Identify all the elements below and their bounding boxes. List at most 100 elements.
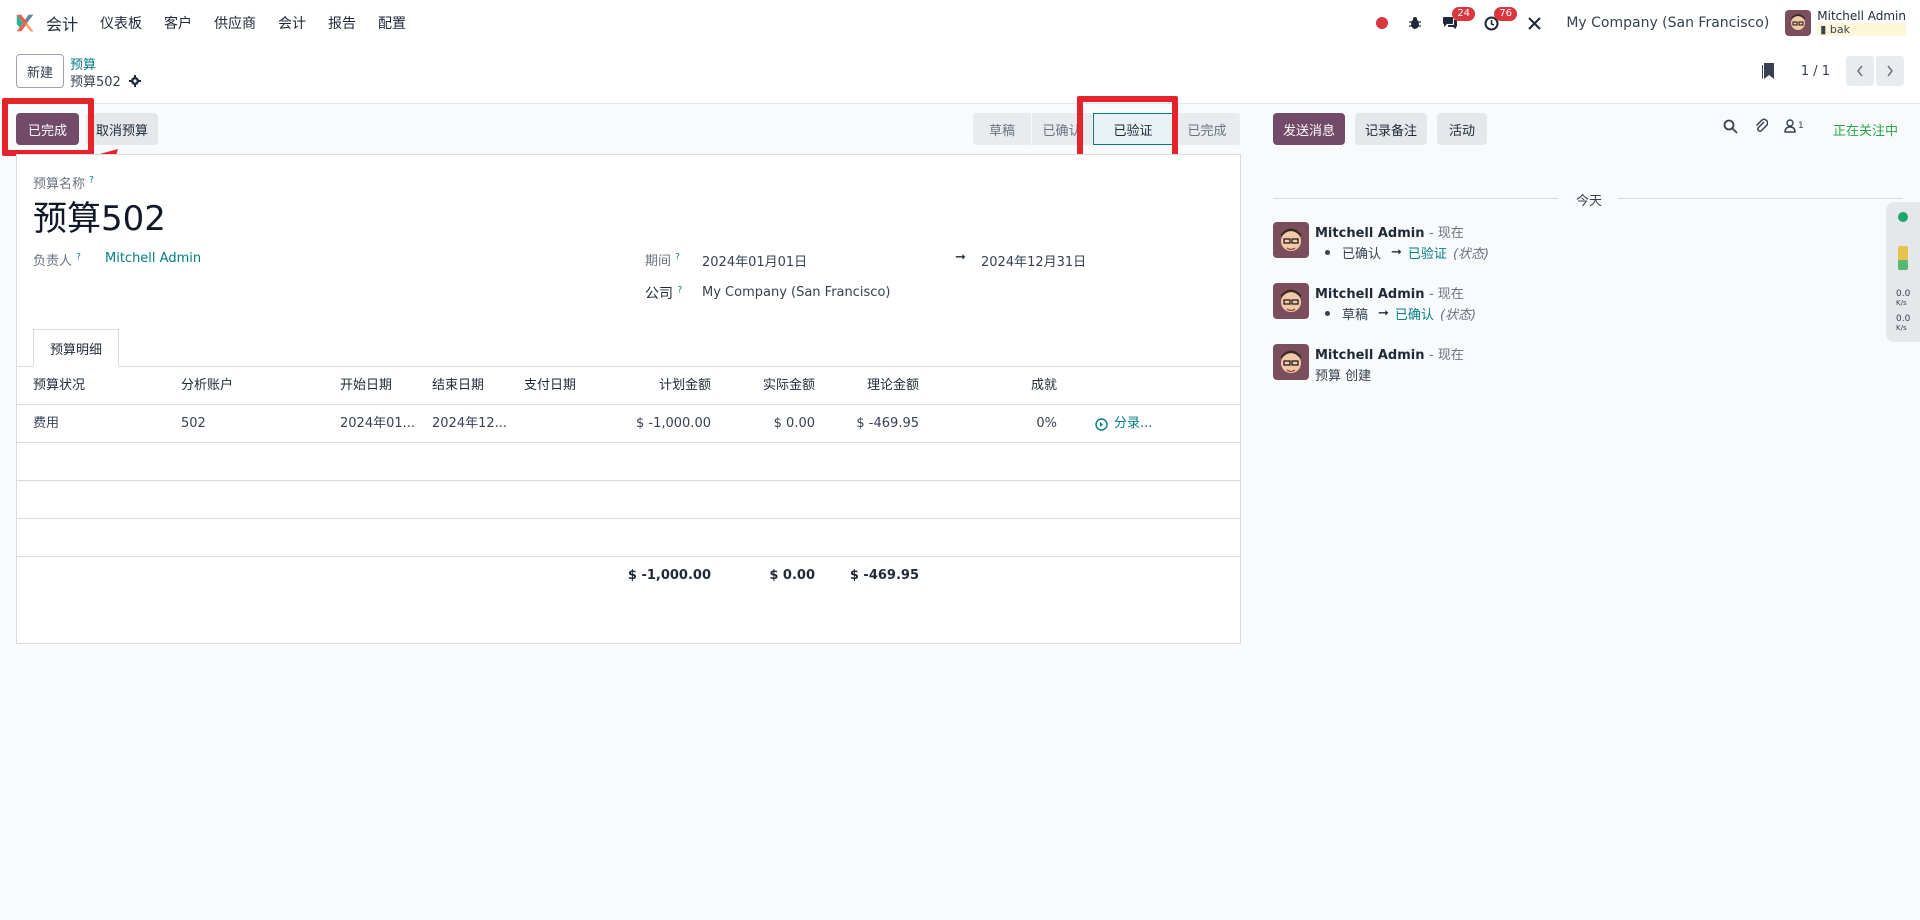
budget-name-field[interactable]: 预算502	[33, 191, 166, 240]
user-avatar	[1785, 10, 1812, 36]
messages-icon[interactable]: 24	[1442, 7, 1476, 30]
table-row[interactable]: 费用 502 2024年01... 2024年12... $ -1,000.00…	[17, 405, 1240, 443]
message-body: 草稿 ➞ 已确认 (状态)	[1315, 304, 1476, 323]
followers-button[interactable]: 1	[1784, 119, 1804, 133]
menu-customers[interactable]: 客户	[164, 13, 192, 33]
message-time: - 现在	[1428, 348, 1464, 363]
col-start-date[interactable]: 开始日期	[340, 367, 392, 405]
bookmark-icon[interactable]	[1761, 62, 1775, 80]
period-end-field[interactable]: 2024年12月31日	[981, 251, 1086, 270]
pager-value[interactable]: 1 / 1	[1801, 64, 1830, 79]
highlight-validated-stage	[1077, 96, 1178, 160]
col-end-date[interactable]: 结束日期	[432, 367, 484, 405]
chatter-message: Mitchell Admin - 现在 已确认 ➞ 已验证 (状态)	[1273, 222, 1873, 262]
messages-badge: 24	[1452, 7, 1476, 21]
tracking-arrow: ➞	[1378, 306, 1389, 321]
stage-done[interactable]: 已完成	[1174, 113, 1240, 145]
search-icon[interactable]	[1723, 119, 1738, 134]
pager: 1 / 1	[1761, 56, 1904, 86]
pager-previous-button[interactable]	[1846, 56, 1874, 86]
period-start-field[interactable]: 2024年01月01日	[702, 251, 807, 270]
col-planned-amount[interactable]: 计划金额	[607, 367, 711, 405]
paperclip-icon[interactable]	[1754, 118, 1768, 134]
debug-bug-icon[interactable]	[1408, 16, 1422, 30]
cell-theoretical-amount: $ -469.95	[856, 416, 919, 431]
follower-count: 1	[1798, 121, 1804, 131]
table-totals-row: $ -1,000.00 $ 0.00 $ -469.95	[17, 557, 1240, 595]
message-author[interactable]: Mitchell Admin - 现在	[1315, 283, 1464, 302]
user-icon	[1784, 119, 1796, 133]
chatter-message: Mitchell Admin - 现在 草稿 ➞ 已确认 (状态)	[1273, 283, 1873, 323]
battery-gauge-icon	[1898, 246, 1908, 270]
gear-icon[interactable]	[128, 74, 141, 87]
col-budget-position[interactable]: 预算状况	[33, 367, 85, 405]
tab-budget-lines[interactable]: 预算明细	[33, 329, 120, 367]
cell-end-date: 2024年12...	[432, 416, 508, 431]
menu-vendors[interactable]: 供应商	[214, 13, 256, 33]
table-row-empty	[17, 519, 1240, 557]
col-achievement[interactable]: 成就	[997, 367, 1057, 405]
message-time: - 现在	[1428, 226, 1464, 241]
col-paid-date[interactable]: 支付日期	[524, 367, 576, 405]
message-author[interactable]: Mitchell Admin - 现在	[1315, 222, 1464, 241]
cancel-budget-button[interactable]: 取消预算	[86, 113, 159, 145]
period-label: 期间 ?	[645, 252, 680, 269]
database-name: ▮ bak	[1817, 23, 1906, 36]
top-navbar: 会计 仪表板 客户 供应商 会计 报告 配置 24 76 My Company …	[0, 0, 1920, 46]
author-avatar[interactable]	[1273, 344, 1309, 380]
message-body: 已确认 ➞ 已验证 (状态)	[1315, 243, 1489, 262]
company-field[interactable]: My Company (San Francisco)	[702, 285, 890, 300]
message-body: 预算 创建	[1315, 365, 1371, 384]
send-message-button[interactable]: 发送消息	[1273, 113, 1346, 145]
tracked-field: (状态)	[1452, 247, 1490, 262]
network-speed-widget[interactable]: 0.0 K/s 0.0 K/s	[1886, 202, 1920, 342]
tracking-arrow: ➞	[1391, 245, 1402, 260]
stage-draft[interactable]: 草稿	[973, 113, 1031, 145]
log-note-button[interactable]: 记录备注	[1355, 113, 1428, 145]
message-time: - 现在	[1428, 287, 1464, 302]
pager-next-button[interactable]	[1876, 56, 1904, 86]
date-separator-label: 今天	[1576, 194, 1603, 209]
activities-button[interactable]: 活动	[1437, 113, 1488, 145]
entries-button[interactable]: 分录...	[1095, 405, 1152, 443]
old-value: 草稿	[1342, 308, 1369, 323]
circle-arrow-icon	[1095, 417, 1108, 431]
menu-dashboard[interactable]: 仪表板	[100, 13, 142, 33]
recording-indicator-icon[interactable]	[1376, 17, 1389, 29]
col-actual-amount[interactable]: 实际金额	[717, 367, 815, 405]
activity-badge: 76	[1494, 6, 1518, 21]
breadcrumb-current-label: 预算502	[70, 75, 121, 90]
menu-reporting[interactable]: 报告	[328, 13, 356, 33]
following-status[interactable]: 正在关注中	[1833, 120, 1898, 139]
cell-budget-position: 费用	[33, 416, 60, 431]
activity-clock-icon[interactable]: 76	[1484, 6, 1518, 31]
new-button[interactable]: 新建	[16, 54, 65, 88]
tools-icon[interactable]	[1527, 16, 1542, 31]
total-theoretical-amount: $ -469.95	[849, 568, 919, 583]
responsible-field[interactable]: Mitchell Admin	[105, 251, 201, 266]
menu-configuration[interactable]: 配置	[378, 13, 406, 33]
new-value: 已验证	[1407, 247, 1447, 262]
menu-accounting[interactable]: 会计	[278, 13, 306, 33]
budget-name-label: 预算名称 ?	[33, 175, 94, 192]
chatter-panel: 发送消息 记录备注 活动 1 正在关注中 今天 Mitchell Admin -…	[1255, 104, 1920, 920]
app-title[interactable]: 会计	[46, 11, 78, 35]
total-actual-amount: $ 0.00	[769, 568, 815, 583]
company-switcher[interactable]: My Company (San Francisco)	[1566, 15, 1769, 31]
period-arrow: ➞	[955, 250, 966, 265]
col-analytic-account[interactable]: 分析账户	[181, 367, 233, 405]
budget-lines-table: 预算状况 分析账户 开始日期 结束日期 支付日期 计划金额 实际金额 理论金额 …	[17, 367, 1240, 595]
author-avatar[interactable]	[1273, 283, 1309, 319]
col-theoretical-amount[interactable]: 理论金额	[817, 367, 919, 405]
cell-achievement: 0%	[1036, 416, 1057, 431]
table-header-row: 预算状况 分析账户 开始日期 结束日期 支付日期 计划金额 实际金额 理论金额 …	[17, 367, 1240, 405]
message-author[interactable]: Mitchell Admin - 现在	[1315, 344, 1464, 363]
company-label: 公司 ?	[645, 285, 683, 302]
accounting-app-icon[interactable]	[14, 12, 36, 34]
form-sheet: 预算名称 ? 预算502 负责人 ? Mitchell Admin 期间 ? 2…	[16, 154, 1241, 644]
total-planned-amount: $ -1,000.00	[627, 568, 711, 583]
user-name: Mitchell Admin	[1817, 9, 1906, 23]
highlight-done-button	[2, 98, 94, 156]
author-avatar[interactable]	[1273, 222, 1309, 258]
user-menu[interactable]: Mitchell Admin ▮ bak	[1785, 10, 1906, 36]
